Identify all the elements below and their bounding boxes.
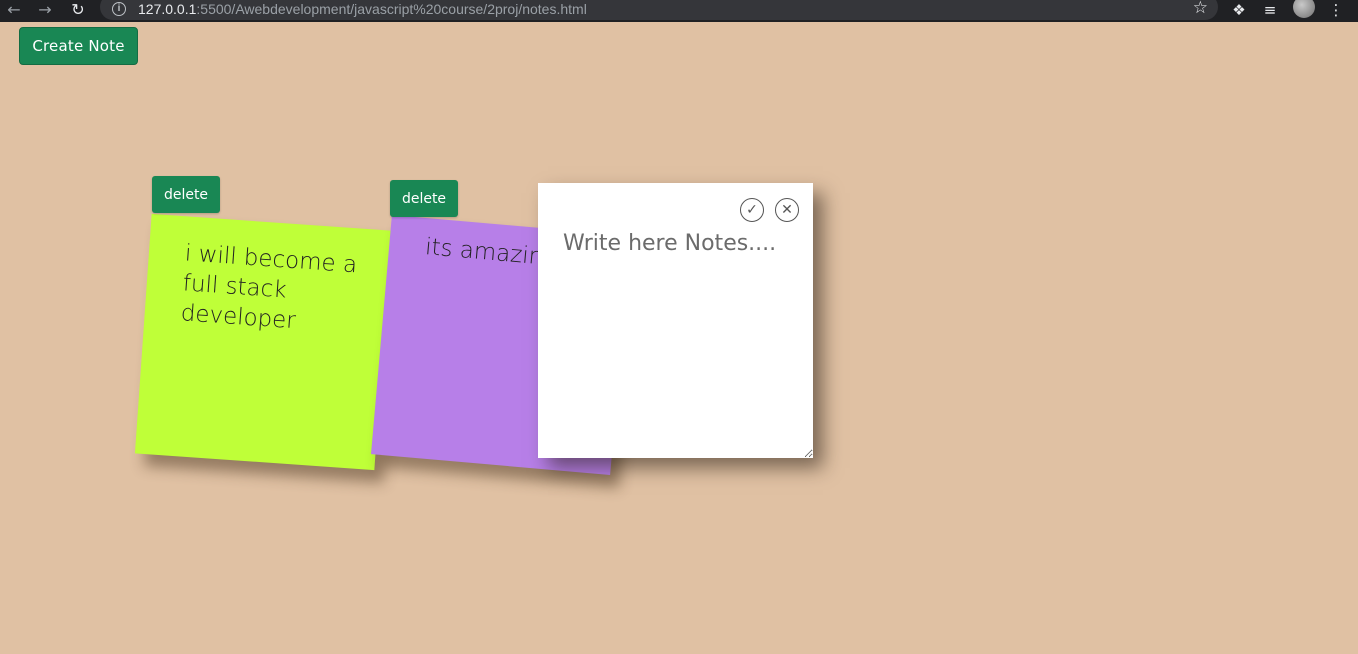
note-text: i will become a full stack developer	[179, 240, 358, 335]
address-bar[interactable]: i 127.0.0.1:5500/Awebdevelopment/javascr…	[100, 0, 1218, 20]
extensions-icon[interactable]: ❖	[1228, 0, 1250, 20]
reload-icon[interactable]: ↻	[66, 0, 90, 20]
save-check-icon[interactable]: ✓	[740, 198, 764, 222]
url-path: :5500/Awebdevelopment/javascript%20cours…	[196, 1, 587, 17]
profile-avatar[interactable]	[1293, 0, 1315, 18]
url-host: 127.0.0.1	[138, 1, 197, 17]
forward-icon[interactable]: →	[33, 0, 57, 20]
new-note-editor: ✓ ✕	[538, 183, 813, 458]
create-note-button[interactable]: Create Note	[19, 27, 138, 65]
site-info-icon[interactable]: i	[112, 2, 126, 16]
delete-button[interactable]: delete	[390, 180, 458, 217]
back-icon[interactable]: ←	[2, 0, 26, 20]
sticky-note: i will become a full stack developer	[134, 213, 392, 471]
reading-list-icon[interactable]: ≡	[1259, 0, 1281, 20]
browser-toolbar: ← → ↻ i 127.0.0.1:5500/Awebdevelopment/j…	[0, 0, 1358, 22]
bookmark-star-icon[interactable]: ☆	[1193, 0, 1208, 18]
delete-button[interactable]: delete	[152, 176, 220, 213]
note-textarea[interactable]	[538, 183, 813, 458]
close-icon[interactable]: ✕	[775, 198, 799, 222]
menu-kebab-icon[interactable]: ⋮	[1326, 0, 1346, 20]
